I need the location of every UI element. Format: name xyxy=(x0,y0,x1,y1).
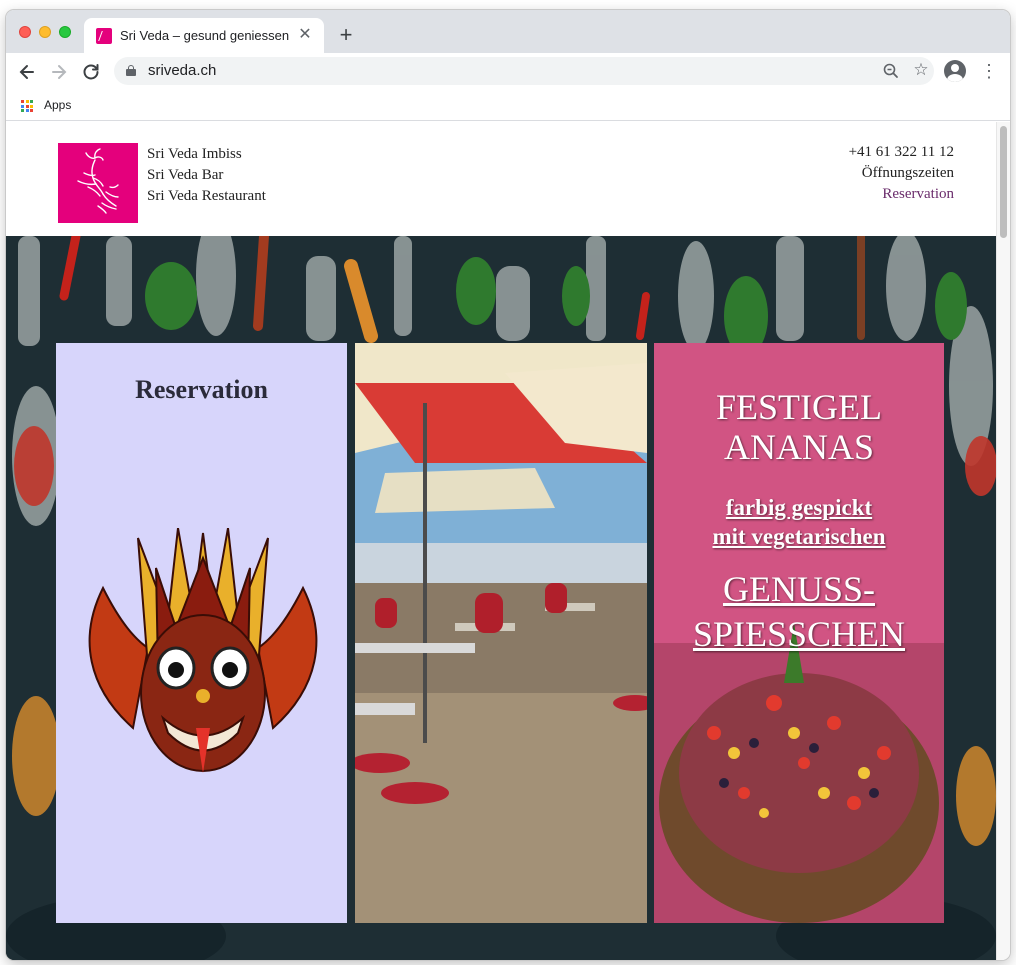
phone-link[interactable]: +41 61 322 11 12 xyxy=(849,142,954,163)
terrace-photo-panel[interactable] xyxy=(355,343,647,923)
menu-icon[interactable]: ⋮ xyxy=(980,59,998,83)
hero-section: Reservation FESTIGEL ANANAS farbig gespi… xyxy=(6,236,996,960)
star-icon[interactable]: ☆ xyxy=(911,59,931,79)
terrace-photo xyxy=(355,343,647,923)
reload-icon[interactable] xyxy=(78,59,104,85)
back-icon[interactable] xyxy=(14,59,40,85)
promo-text: FESTIGEL ANANAS farbig gespickt mit vege… xyxy=(654,387,944,657)
reservation-link[interactable]: Reservation xyxy=(849,184,954,205)
lotus-hand-icon xyxy=(77,148,119,214)
promo-panel[interactable]: FESTIGEL ANANAS farbig gespickt mit vege… xyxy=(654,343,944,923)
promo-sub-line1: farbig gespickt xyxy=(725,495,873,520)
bookmarks-bar: Apps xyxy=(6,91,1010,121)
promo-title-line2: ANANAS xyxy=(723,427,874,467)
zoom-icon[interactable] xyxy=(881,61,901,81)
opening-hours-link[interactable]: Öffnungszeiten xyxy=(849,163,954,184)
tab-title: Sri Veda – gesund geniessen xyxy=(120,28,290,43)
promo-big-line1: GENUSS- xyxy=(722,569,875,609)
new-tab-icon[interactable]: + xyxy=(334,24,358,48)
maximize-window-button[interactable] xyxy=(59,26,71,38)
promo-sub-line2: mit vegetarischen xyxy=(712,524,886,549)
forward-icon[interactable] xyxy=(46,59,72,85)
reservation-panel[interactable]: Reservation xyxy=(56,343,347,923)
address-bar[interactable]: sriveda.ch ☆ xyxy=(114,57,934,85)
logo[interactable] xyxy=(58,143,138,223)
apps-icon[interactable] xyxy=(21,100,33,112)
favicon-icon xyxy=(96,28,112,44)
nav-link-imbiss[interactable]: Sri Veda Imbiss xyxy=(147,144,266,165)
contact-block: +41 61 322 11 12 Öffnungszeiten Reservat… xyxy=(849,142,954,205)
site-nav: Sri Veda Imbiss Sri Veda Bar Sri Veda Re… xyxy=(147,144,266,207)
active-tab[interactable]: Sri Veda – gesund geniessen ✕ xyxy=(84,18,324,53)
promo-big-line2: SPIESSCHEN xyxy=(692,614,906,654)
browser-toolbar: sriveda.ch ☆ ⋮ xyxy=(6,53,1010,91)
nav-link-restaurant[interactable]: Sri Veda Restaurant xyxy=(147,186,266,207)
profile-icon[interactable] xyxy=(944,60,966,82)
webpage: Sri Veda Imbiss Sri Veda Bar Sri Veda Re… xyxy=(6,122,996,960)
page-scrollbar[interactable] xyxy=(996,122,1010,960)
lock-icon xyxy=(126,65,136,76)
reservation-heading: Reservation xyxy=(135,375,268,404)
bookmark-apps[interactable]: Apps xyxy=(44,98,71,112)
close-window-button[interactable] xyxy=(19,26,31,38)
tab-strip: Sri Veda – gesund geniessen ✕ + xyxy=(6,10,1010,53)
site-header: Sri Veda Imbiss Sri Veda Bar Sri Veda Re… xyxy=(6,122,996,236)
browser-window: Sri Veda – gesund geniessen ✕ + sriveda.… xyxy=(6,10,1010,960)
minimize-window-button[interactable] xyxy=(39,26,51,38)
nav-link-bar[interactable]: Sri Veda Bar xyxy=(147,165,266,186)
sri-lankan-mask-image xyxy=(88,528,318,773)
scrollbar-thumb[interactable] xyxy=(1000,126,1007,238)
promo-title-line1: FESTIGEL xyxy=(716,387,882,427)
url-text: sriveda.ch xyxy=(148,62,217,79)
tab-close-icon[interactable]: ✕ xyxy=(296,26,314,44)
